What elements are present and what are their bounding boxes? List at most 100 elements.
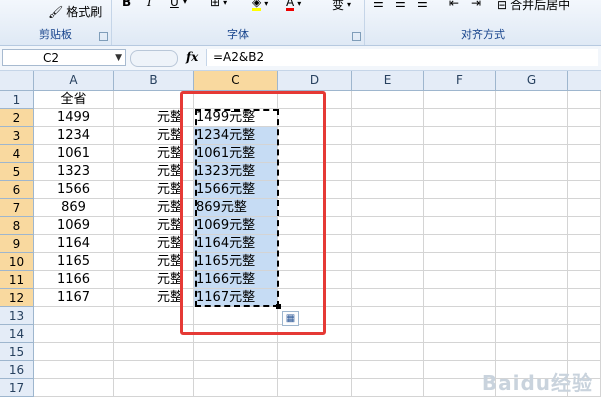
cell-a[interactable]: 869 [34, 199, 114, 217]
row-header[interactable]: 5 [0, 163, 34, 181]
row-header[interactable]: 8 [0, 217, 34, 235]
row-header[interactable]: 7 [0, 199, 34, 217]
cell-empty[interactable] [568, 235, 601, 253]
column-header-a[interactable]: A [34, 71, 114, 91]
cell-a[interactable]: 1499 [34, 109, 114, 127]
cell-empty[interactable] [352, 109, 424, 127]
cell-empty[interactable] [496, 307, 568, 325]
cell-a[interactable] [34, 307, 114, 325]
cell-empty[interactable] [352, 343, 424, 361]
row-header[interactable]: 15 [0, 343, 34, 361]
cell-empty[interactable] [352, 127, 424, 145]
cell-a[interactable]: 1323 [34, 163, 114, 181]
insert-function-icon[interactable]: fx [186, 50, 198, 64]
cell-empty[interactable] [352, 289, 424, 307]
cell-empty[interactable] [352, 361, 424, 379]
cell-empty[interactable] [424, 271, 496, 289]
cell-b[interactable] [114, 379, 194, 397]
fill-color-button[interactable]: ◈ ▾ [252, 0, 268, 11]
name-box[interactable]: C2 ▼ [2, 49, 126, 66]
chevron-down-icon[interactable]: ▼ [115, 50, 122, 67]
cell-a[interactable]: 1566 [34, 181, 114, 199]
row-header[interactable]: 17 [0, 379, 34, 397]
cell-a[interactable]: 1167 [34, 289, 114, 307]
cell-empty[interactable] [352, 235, 424, 253]
cell-empty[interactable] [424, 253, 496, 271]
cell-empty[interactable] [496, 91, 568, 109]
cell-empty[interactable] [424, 181, 496, 199]
border-button[interactable]: ⊞ ▾ [210, 0, 227, 8]
row-header[interactable]: 16 [0, 361, 34, 379]
cell-empty[interactable] [568, 343, 601, 361]
cell-a[interactable]: 1164 [34, 235, 114, 253]
cell-a[interactable]: 1234 [34, 127, 114, 145]
cell-empty[interactable] [568, 181, 601, 199]
italic-button[interactable]: I [147, 0, 152, 9]
cell-empty[interactable] [352, 307, 424, 325]
cell-empty[interactable] [352, 271, 424, 289]
cell-empty[interactable] [352, 181, 424, 199]
cell-empty[interactable] [278, 379, 352, 397]
cell-empty[interactable] [424, 343, 496, 361]
format-painter-button[interactable]: 🖌 格式刷 [48, 3, 102, 20]
column-header-h[interactable] [568, 71, 601, 91]
row-header[interactable]: 12 [0, 289, 34, 307]
font-color-button[interactable]: A ▾ [286, 0, 301, 11]
cell-c[interactable] [194, 343, 278, 361]
cell-a[interactable] [34, 379, 114, 397]
cell-empty[interactable] [568, 109, 601, 127]
cell-empty[interactable] [424, 127, 496, 145]
cell-empty[interactable] [496, 235, 568, 253]
increase-indent-button[interactable]: ⇥ [471, 0, 481, 10]
cell-empty[interactable] [496, 271, 568, 289]
cell-c[interactable] [194, 361, 278, 379]
cell-empty[interactable] [496, 127, 568, 145]
cell-empty[interactable] [424, 217, 496, 235]
row-header[interactable]: 13 [0, 307, 34, 325]
cell-empty[interactable] [352, 325, 424, 343]
formula-bar-splitter[interactable] [130, 50, 178, 67]
cell-empty[interactable] [424, 163, 496, 181]
column-header-b[interactable]: B [114, 71, 194, 91]
cell-empty[interactable] [278, 343, 352, 361]
cell-empty[interactable] [496, 253, 568, 271]
cell-a[interactable]: 1061 [34, 145, 114, 163]
column-header-c[interactable]: C [194, 71, 278, 91]
align-right-button[interactable]: ☰ [417, 0, 428, 10]
row-header[interactable]: 9 [0, 235, 34, 253]
column-header-g[interactable]: G [496, 71, 568, 91]
cell-empty[interactable] [496, 325, 568, 343]
cell-empty[interactable] [352, 199, 424, 217]
cell-a[interactable]: 全省 [34, 91, 114, 109]
cell-a[interactable]: 1166 [34, 271, 114, 289]
cell-empty[interactable] [496, 217, 568, 235]
cell-a[interactable] [34, 361, 114, 379]
font-launcher-icon[interactable] [352, 32, 361, 41]
cell-empty[interactable] [352, 217, 424, 235]
cell-b[interactable] [114, 343, 194, 361]
cell-empty[interactable] [496, 163, 568, 181]
select-all-corner[interactable] [0, 71, 34, 91]
column-header-f[interactable]: F [424, 71, 496, 91]
underline-dropdown-icon[interactable]: ▾ [183, 0, 187, 6]
bold-button[interactable]: B [122, 0, 131, 9]
cell-empty[interactable] [424, 289, 496, 307]
clipboard-launcher-icon[interactable] [99, 32, 108, 41]
cell-empty[interactable] [568, 145, 601, 163]
cell-empty[interactable] [352, 163, 424, 181]
cell-a[interactable] [34, 343, 114, 361]
cell-c[interactable] [194, 379, 278, 397]
cell-a[interactable]: 1069 [34, 217, 114, 235]
cell-empty[interactable] [568, 217, 601, 235]
cell-b[interactable] [114, 361, 194, 379]
cell-empty[interactable] [352, 253, 424, 271]
cell-a[interactable]: 1165 [34, 253, 114, 271]
row-header[interactable]: 1 [0, 91, 34, 109]
cell-empty[interactable] [496, 145, 568, 163]
cell-empty[interactable] [496, 109, 568, 127]
cell-empty[interactable] [568, 289, 601, 307]
cell-empty[interactable] [424, 307, 496, 325]
cell-empty[interactable] [352, 91, 424, 109]
cell-empty[interactable] [568, 127, 601, 145]
cell-empty[interactable] [568, 271, 601, 289]
